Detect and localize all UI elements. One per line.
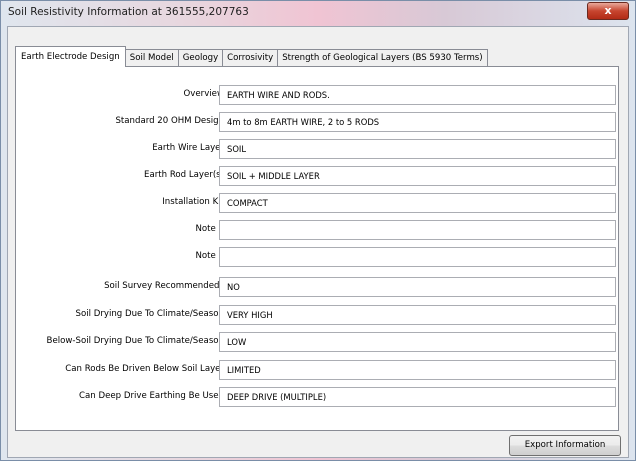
field-label: Can Deep Drive Earthing Be Used (79, 391, 224, 401)
tab-strip: Earth Electrode Design Soil Model Geolog… (15, 46, 488, 67)
field-label: Soil Survey Recommended? (104, 281, 224, 291)
field-row-earth-wire-layer: Earth Wire Layer SOIL (16, 139, 620, 159)
field-label: Standard 20 OHM Design (115, 116, 224, 126)
field-label: Overview (183, 89, 224, 99)
tab-soil-model[interactable]: Soil Model (125, 49, 179, 66)
field-row-earth-rod-layers: Earth Rod Layer(s) SOIL + MIDDLE LAYER (16, 166, 620, 186)
tab-panel-earth-electrode-design: Overview EARTH WIRE AND RODS. Standard 2… (15, 66, 619, 431)
field-label: Earth Rod Layer(s) (144, 170, 224, 180)
deep-drive-field[interactable]: DEEP DRIVE (MULTIPLE) (219, 387, 616, 407)
field-label: Installation Kit (162, 197, 224, 207)
field-row-installation-kit: Installation Kit COMPACT (16, 193, 620, 213)
field-row-standard-design: Standard 20 OHM Design 4m to 8m EARTH WI… (16, 112, 620, 132)
window-title: Soil Resistivity Information at 361555,2… (8, 6, 249, 18)
earth-wire-layer-field[interactable]: SOIL (219, 139, 616, 159)
overview-field[interactable]: EARTH WIRE AND RODS. (219, 85, 616, 105)
field-row-note-1: Note 1 (16, 220, 620, 240)
field-row-soil-survey: Soil Survey Recommended? NO (16, 277, 620, 297)
field-row-soil-drying: Soil Drying Due To Climate/Season VERY H… (16, 305, 620, 325)
title-bar[interactable]: Soil Resistivity Information at 361555,2… (1, 1, 635, 25)
close-icon: x (604, 4, 612, 17)
dialog-window: Soil Resistivity Information at 361555,2… (0, 0, 636, 461)
close-button[interactable]: x (587, 2, 629, 20)
export-information-button[interactable]: Export Information (509, 435, 621, 456)
below-soil-drying-field[interactable]: LOW (219, 332, 616, 352)
installation-kit-field[interactable]: COMPACT (219, 193, 616, 213)
tab-geology[interactable]: Geology (178, 49, 224, 66)
field-row-note-2: Note 2 (16, 247, 620, 267)
field-label: Soil Drying Due To Climate/Season (75, 309, 225, 319)
soil-survey-field[interactable]: NO (219, 277, 616, 297)
field-row-overview: Overview EARTH WIRE AND RODS. (16, 85, 620, 105)
earth-rod-layers-field[interactable]: SOIL + MIDDLE LAYER (219, 166, 616, 186)
note-2-field[interactable] (219, 247, 616, 267)
note-1-field[interactable] (219, 220, 616, 240)
standard-design-field[interactable]: 4m to 8m EARTH WIRE, 2 to 5 RODS (219, 112, 616, 132)
field-row-deep-drive: Can Deep Drive Earthing Be Used DEEP DRI… (16, 387, 620, 407)
field-row-rods-driven: Can Rods Be Driven Below Soil Layer LIMI… (16, 360, 620, 380)
field-row-below-soil-drying: Below-Soil Drying Due To Climate/Season … (16, 332, 620, 352)
field-label: Can Rods Be Driven Below Soil Layer (65, 364, 224, 374)
tab-strength-of-geological-layers[interactable]: Strength of Geological Layers (BS 5930 T… (278, 49, 488, 66)
tab-earth-electrode-design[interactable]: Earth Electrode Design (15, 46, 126, 67)
tab-corrosivity[interactable]: Corrosivity (223, 49, 279, 66)
field-label: Earth Wire Layer (152, 143, 224, 153)
soil-drying-field[interactable]: VERY HIGH (219, 305, 616, 325)
field-label: Below-Soil Drying Due To Climate/Season (46, 336, 224, 346)
dialog-client-area: Earth Electrode Design Soil Model Geolog… (7, 26, 629, 458)
rods-driven-field[interactable]: LIMITED (219, 360, 616, 380)
